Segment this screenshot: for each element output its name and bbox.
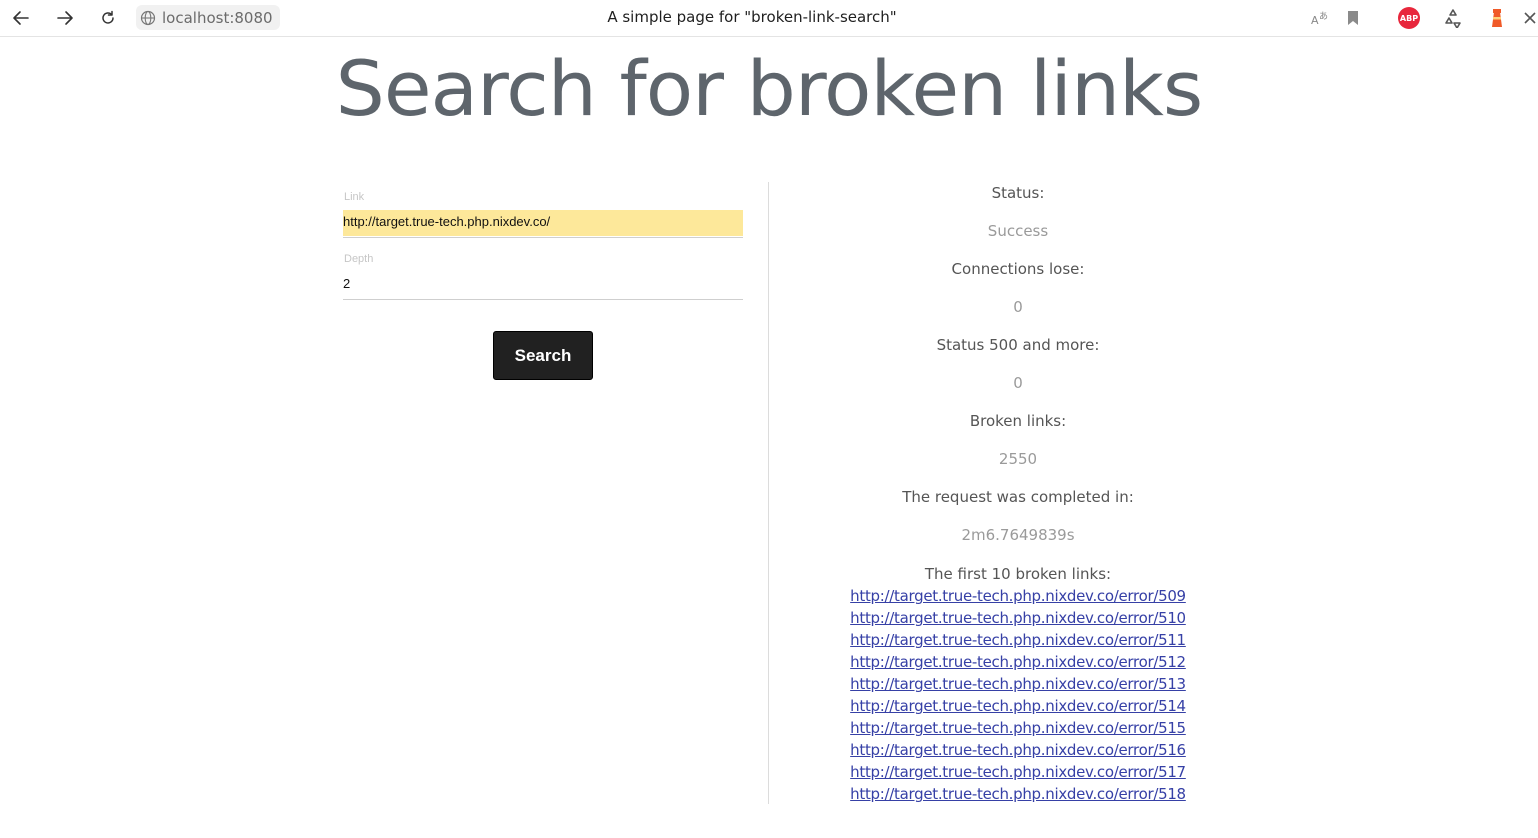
bookmark-icon[interactable]	[1341, 6, 1365, 30]
depth-input[interactable]	[343, 272, 743, 298]
broken-link[interactable]: http://target.true-tech.php.nixdev.co/er…	[850, 675, 1186, 693]
connections-lose-value: 0	[1013, 298, 1023, 316]
abp-badge-text: ABP	[1398, 7, 1420, 29]
list-item: http://target.true-tech.php.nixdev.co/er…	[769, 674, 1267, 696]
broken-link[interactable]: http://target.true-tech.php.nixdev.co/er…	[850, 697, 1186, 715]
recycle-icon[interactable]	[1441, 6, 1465, 30]
broken-link[interactable]: http://target.true-tech.php.nixdev.co/er…	[850, 587, 1186, 605]
depth-field: Depth	[343, 248, 743, 300]
status-value: Success	[987, 222, 1049, 240]
list-item: http://target.true-tech.php.nixdev.co/er…	[769, 652, 1267, 674]
link-input[interactable]	[343, 210, 743, 236]
broken-link[interactable]: http://target.true-tech.php.nixdev.co/er…	[850, 609, 1186, 627]
search-button[interactable]: Search	[493, 331, 593, 380]
lighthouse-icon[interactable]	[1485, 6, 1509, 30]
status500-label: Status 500 and more:	[936, 336, 1100, 354]
connections-lose-label: Connections lose:	[951, 260, 1085, 278]
broken-links-label: Broken links:	[969, 412, 1067, 430]
depth-label: Depth	[344, 253, 374, 265]
translate-icon[interactable]: Aあ	[1308, 6, 1332, 30]
list-item: http://target.true-tech.php.nixdev.co/er…	[769, 718, 1267, 740]
puzzle-icon[interactable]	[1521, 6, 1538, 30]
link-label: Link	[344, 191, 365, 203]
completed-value: 2m6.7649839s	[961, 526, 1075, 544]
broken-links-list: http://target.true-tech.php.nixdev.co/er…	[769, 586, 1267, 806]
list-item: http://target.true-tech.php.nixdev.co/er…	[769, 762, 1267, 784]
broken-link[interactable]: http://target.true-tech.php.nixdev.co/er…	[850, 631, 1186, 649]
first10-label: The first 10 broken links:	[924, 565, 1112, 583]
list-item: http://target.true-tech.php.nixdev.co/er…	[769, 696, 1267, 718]
list-item: http://target.true-tech.php.nixdev.co/er…	[769, 608, 1267, 630]
broken-link[interactable]: http://target.true-tech.php.nixdev.co/er…	[850, 741, 1186, 759]
broken-link[interactable]: http://target.true-tech.php.nixdev.co/er…	[850, 785, 1186, 803]
broken-link[interactable]: http://target.true-tech.php.nixdev.co/er…	[850, 719, 1186, 737]
list-item: http://target.true-tech.php.nixdev.co/er…	[769, 630, 1267, 652]
link-field: Link	[343, 186, 743, 238]
svg-text:あ: あ	[1319, 11, 1328, 22]
broken-link[interactable]: http://target.true-tech.php.nixdev.co/er…	[850, 763, 1186, 781]
completed-label: The request was completed in:	[902, 488, 1134, 506]
broken-links-count: 2550	[998, 450, 1038, 468]
adblock-plus-icon[interactable]: ABP	[1397, 6, 1421, 30]
results-panel: Status: Success Connections lose: 0 Stat…	[769, 182, 1267, 806]
search-form: Link Depth Search	[343, 186, 743, 380]
list-item: http://target.true-tech.php.nixdev.co/er…	[769, 740, 1267, 762]
page-title-bar: A simple page for "broken-link-search"	[607, 8, 897, 26]
list-item: http://target.true-tech.php.nixdev.co/er…	[769, 784, 1267, 806]
status-label: Status:	[991, 184, 1045, 202]
status500-value: 0	[1013, 374, 1023, 392]
list-item: http://target.true-tech.php.nixdev.co/er…	[769, 586, 1267, 608]
browser-toolbar: localhost:8080 A simple page for "broken…	[0, 0, 1538, 37]
page-heading: Search for broken links	[335, 44, 1204, 133]
broken-link[interactable]: http://target.true-tech.php.nixdev.co/er…	[850, 653, 1186, 671]
svg-text:A: A	[1311, 14, 1319, 27]
